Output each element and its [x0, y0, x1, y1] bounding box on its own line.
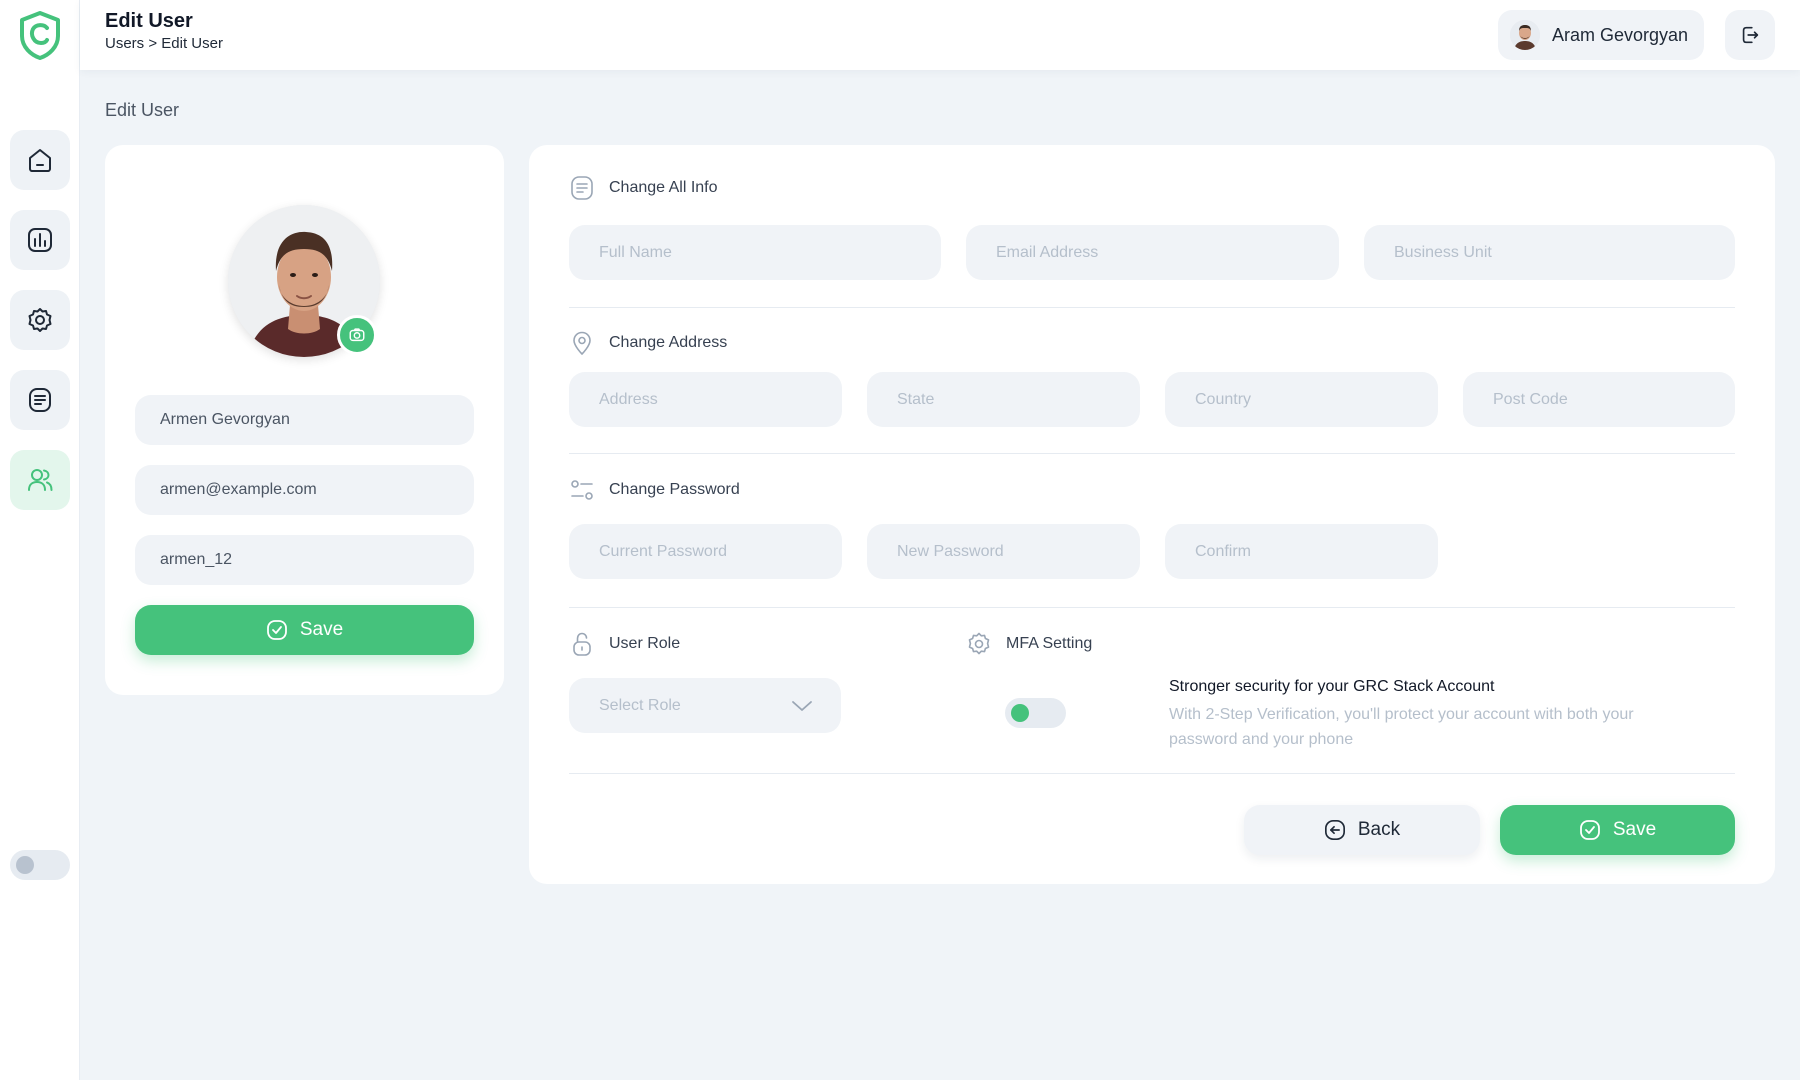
address-input[interactable]: Address	[569, 372, 842, 427]
full-name-input[interactable]: Full Name	[569, 225, 941, 280]
avatar	[1510, 20, 1540, 50]
mfa-toggle-knob	[1011, 704, 1029, 722]
back-button[interactable]: Back	[1244, 805, 1480, 855]
sidebar-item-users[interactable]	[10, 450, 70, 510]
section-change-address: Change Address	[569, 330, 727, 356]
profile-full-name-field[interactable]: Armen Gevorgyan	[135, 395, 474, 445]
logout-button[interactable]	[1725, 10, 1775, 60]
check-circle-icon	[1579, 820, 1600, 840]
page-title: Edit User	[105, 10, 193, 32]
theme-toggle[interactable]	[10, 850, 70, 880]
arrow-left-circle-icon	[1324, 820, 1345, 840]
document-icon	[29, 388, 51, 412]
divider	[569, 453, 1735, 454]
save-label: Save	[1612, 819, 1657, 840]
bar-chart-icon	[28, 228, 52, 252]
section-title: User Role	[609, 635, 681, 652]
sidebar-item-home[interactable]	[10, 130, 70, 190]
divider	[569, 773, 1735, 774]
sidebar-item-settings[interactable]	[10, 290, 70, 350]
sidebar-item-reports[interactable]	[10, 210, 70, 270]
mfa-heading: Stronger security for your GRC Stack Acc…	[1169, 678, 1495, 695]
role-select-value: Select Role	[599, 696, 681, 714]
camera-icon	[349, 328, 365, 342]
user-name: Aram Gevorgyan	[1552, 24, 1689, 45]
logout-icon	[1742, 26, 1759, 44]
users-icon	[28, 469, 53, 491]
home-icon	[29, 149, 51, 172]
profile-username-field[interactable]: armen_12	[135, 535, 474, 585]
sidebar-item-documents[interactable]	[10, 370, 70, 430]
edit-form-card: Change All Info Full Name Email Address …	[529, 145, 1775, 884]
app-logo[interactable]	[18, 10, 62, 60]
gear-icon	[28, 308, 52, 332]
state-input[interactable]: State	[867, 372, 1140, 427]
country-input[interactable]: Country	[1165, 372, 1438, 427]
location-pin-icon	[573, 331, 591, 355]
theme-toggle-knob	[16, 856, 34, 874]
section-user-role: User Role	[569, 631, 680, 657]
mfa-description: With 2-Step Verification, you'll protect…	[1169, 706, 1634, 748]
sliders-icon	[571, 480, 593, 500]
post-code-input[interactable]: Post Code	[1463, 372, 1735, 427]
profile-card: Armen Gevorgyan armen@example.com armen_…	[105, 145, 504, 695]
gear-icon	[968, 632, 990, 655]
new-password-input[interactable]: New Password	[867, 524, 1140, 579]
email-input[interactable]: Email Address	[966, 225, 1339, 280]
divider	[569, 607, 1735, 608]
header: Edit User Users > Edit User Aram Gevorgy…	[80, 0, 1800, 70]
section-title: Change All Info	[609, 179, 718, 196]
change-photo-button[interactable]	[337, 315, 377, 355]
mfa-toggle[interactable]	[1005, 698, 1066, 728]
chevron-down-icon	[792, 700, 812, 711]
check-circle-icon	[266, 620, 287, 640]
save-button[interactable]: Save	[1500, 805, 1735, 855]
profile-email-field[interactable]: armen@example.com	[135, 465, 474, 515]
section-label: Edit User	[105, 100, 180, 120]
back-label: Back	[1357, 819, 1401, 840]
breadcrumb[interactable]: Users > Edit User	[105, 35, 223, 52]
confirm-password-input[interactable]: Confirm	[1165, 524, 1438, 579]
current-password-input[interactable]: Current Password	[569, 524, 842, 579]
profile-save-label: Save	[299, 619, 344, 640]
user-menu[interactable]: Aram Gevorgyan	[1498, 10, 1704, 60]
section-change-info: Change All Info	[569, 175, 718, 201]
divider	[569, 307, 1735, 308]
unlock-icon	[573, 632, 591, 656]
section-change-password: Change Password	[569, 477, 740, 503]
document-icon	[571, 176, 593, 200]
sidebar	[0, 0, 80, 1080]
section-title: MFA Setting	[1006, 635, 1093, 652]
section-mfa-setting: MFA Setting	[966, 631, 1092, 657]
section-title: Change Password	[609, 481, 740, 498]
business-unit-input[interactable]: Business Unit	[1364, 225, 1735, 280]
profile-save-button[interactable]: Save	[135, 605, 474, 655]
role-select[interactable]: Select Role	[569, 678, 841, 733]
section-title: Change Address	[609, 334, 728, 351]
